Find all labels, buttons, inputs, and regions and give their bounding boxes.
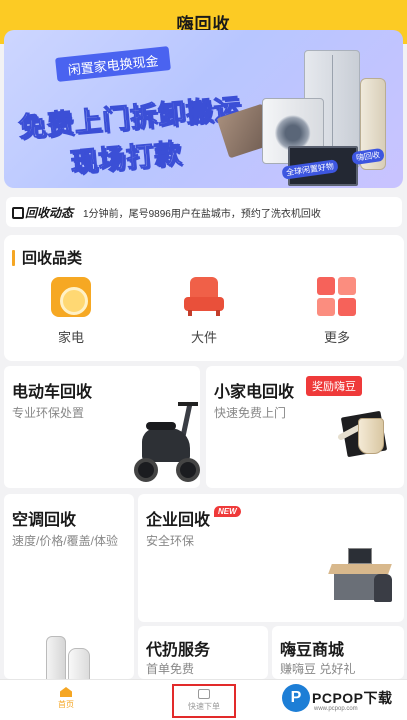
category-more[interactable]: 更多 — [297, 277, 377, 346]
card-aircon-recycle[interactable]: 空调回收 速度/价格/覆盖/体验 — [4, 494, 134, 679]
categories-title-label: 回收品类 — [22, 250, 83, 267]
card-subtitle: 速度/价格/覆盖/体验 — [12, 534, 119, 548]
card-title: 代扔服务 — [146, 642, 211, 659]
card-subtitle: 快速免费上门 — [214, 406, 287, 420]
card-small-appliance-recycle[interactable]: 小家电回收 奖励嗨豆 快速免费上门 — [206, 366, 404, 488]
promo-banner[interactable]: 闲置家电换现金 免费上门拆卸搬运 现场打款 全球闲置好物 嗨回收 — [4, 30, 403, 188]
card-subtitle: 安全环保 — [146, 534, 195, 548]
tab-label: 快速下单 — [188, 702, 220, 711]
news-logo-icon — [12, 206, 24, 219]
category-label: 大件 — [190, 330, 217, 345]
news-logo-label: 回收动态 — [25, 205, 74, 220]
site-watermark: P PCPOP下载 www.pcpop.com — [282, 684, 402, 718]
categories-title: 回收品类 — [12, 247, 82, 268]
watermark-logo-icon: P — [282, 684, 310, 712]
title-accent-bar — [12, 249, 15, 266]
card-beans-mall[interactable]: 嗨豆商城 赚嗨豆 兑好礼 — [272, 626, 404, 679]
banner-appliances-illustration: 全球闲置好物 嗨回收 — [216, 50, 392, 186]
tab-quick-order[interactable]: 快速下单 — [172, 684, 236, 718]
washer-icon — [51, 277, 91, 317]
card-title: 企业回收 — [146, 512, 211, 529]
watermark-sub: www.pcpop.com — [314, 706, 358, 712]
card-enterprise-recycle[interactable]: 企业回收 NEW 安全环保 — [138, 494, 404, 622]
banner-ribbon: 闲置家电换现金 — [55, 46, 171, 82]
card-subtitle: 专业环保处置 — [12, 406, 85, 420]
card-subtitle: 首单免费 — [146, 662, 195, 676]
new-badge: NEW — [214, 506, 241, 517]
sofa-icon — [184, 277, 224, 317]
office-furniture-image — [328, 546, 400, 608]
aircon-image — [40, 634, 96, 679]
news-logo: 回收动态 — [12, 204, 73, 221]
card-title: 小家电回收 — [214, 384, 295, 401]
recycle-news-ticker[interactable]: 回收动态 1分钟前，尾号9896用户在盐城市，预约了洗衣机回收 — [6, 197, 402, 227]
card-title: 嗨豆商城 — [280, 642, 345, 659]
grid-icon — [317, 277, 357, 317]
category-label: 更多 — [323, 330, 350, 345]
news-text: 1分钟前，尾号9896用户在盐城市，预约了洗衣机回收 — [83, 208, 321, 220]
category-large-items[interactable]: 大件 — [164, 277, 244, 346]
card-title: 电动车回收 — [12, 384, 93, 401]
card-subtitle: 赚嗨豆 兑好礼 — [280, 662, 356, 676]
card-ebike-recycle[interactable]: 电动车回收 专业环保处置 — [4, 366, 200, 488]
category-appliance[interactable]: 家电 — [31, 277, 111, 346]
home-icon — [60, 687, 72, 697]
card-disposal-service[interactable]: 代扔服务 首单免费 — [138, 626, 268, 679]
tab-label: 首页 — [58, 700, 74, 709]
reward-badge: 奖励嗨豆 — [306, 376, 362, 396]
category-label: 家电 — [57, 330, 84, 345]
card-title: 空调回收 — [12, 512, 77, 529]
banner-subheadline: 现场打款 — [69, 138, 184, 179]
small-appliance-image — [336, 408, 396, 464]
order-icon — [198, 689, 210, 699]
recycle-categories: 回收品类 家电 大件 更多 — [4, 235, 404, 361]
watermark-brand: PCPOP下载 — [312, 690, 393, 706]
ebike-image — [132, 401, 200, 486]
tab-home[interactable]: 首页 — [46, 680, 86, 720]
